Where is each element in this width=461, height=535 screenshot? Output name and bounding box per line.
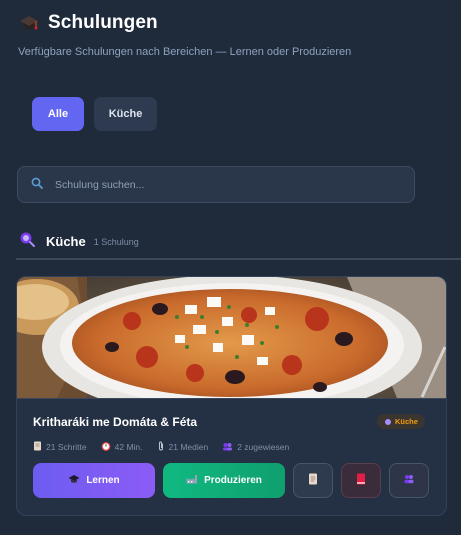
search-box[interactable] — [17, 166, 415, 203]
card-actions: Lernen Produzieren — [33, 463, 429, 498]
search-icon — [31, 176, 43, 194]
category-badge: Küche — [377, 414, 425, 429]
filter-kueche-button[interactable]: Küche — [94, 97, 157, 131]
page-header: Schulungen — [18, 12, 158, 34]
document-button[interactable] — [293, 463, 333, 498]
page-subtitle: Verfügbare Schulungen nach Bereichen — L… — [18, 46, 352, 58]
search-input[interactable] — [53, 177, 383, 192]
book-button[interactable] — [341, 463, 381, 498]
meta-media-label: 21 Medien — [168, 442, 209, 452]
category-filters: Alle Küche — [32, 97, 157, 131]
produce-button[interactable]: Produzieren — [163, 463, 285, 498]
users-icon — [403, 474, 415, 487]
mortarboard-icon — [18, 12, 40, 34]
graduation-cap-icon — [68, 474, 80, 487]
meta-media: 21 Medien — [157, 441, 209, 453]
users-button[interactable] — [389, 463, 429, 498]
learn-button-label: Lernen — [86, 475, 120, 486]
meta-duration: 42 Min. — [101, 441, 143, 453]
section-header: Küche 1 Schulung — [18, 230, 139, 253]
document-icon — [33, 441, 42, 453]
chef-hat-icon — [18, 230, 36, 253]
page: Schulungen Verfügbare Schulungen nach Be… — [0, 0, 461, 535]
category-label: Küche — [395, 417, 418, 426]
card-meta: 21 Schritte 42 Min. 21 Medien 2 zugewies… — [33, 441, 289, 453]
card-title: Kritharáki me Domáta & Féta — [33, 415, 198, 429]
meta-steps-label: 21 Schritte — [46, 442, 87, 452]
book-icon — [356, 473, 366, 488]
card-divider — [17, 398, 446, 399]
meta-duration-label: 42 Min. — [114, 442, 143, 452]
filter-all-button[interactable]: Alle — [32, 97, 84, 131]
factory-icon — [186, 474, 198, 487]
meta-assigned-label: 2 zugewiesen — [237, 442, 290, 452]
paperclip-icon — [157, 441, 165, 453]
people-icon — [222, 442, 233, 453]
meta-assigned: 2 zugewiesen — [222, 441, 289, 453]
page-title: Schulungen — [48, 12, 158, 33]
learn-button[interactable]: Lernen — [33, 463, 155, 498]
chef-hat-icon — [384, 413, 392, 431]
section-count: 1 Schulung — [93, 236, 139, 247]
document-icon — [308, 473, 318, 488]
training-card[interactable]: Kritharáki me Domáta & Féta Küche 21 Sch… — [16, 276, 447, 516]
dish-image — [17, 277, 446, 398]
alarm-clock-icon — [101, 441, 111, 453]
section-divider — [16, 258, 461, 260]
meta-steps: 21 Schritte — [33, 441, 87, 453]
produce-button-label: Produzieren — [204, 475, 262, 486]
section-title: Küche — [46, 234, 86, 249]
